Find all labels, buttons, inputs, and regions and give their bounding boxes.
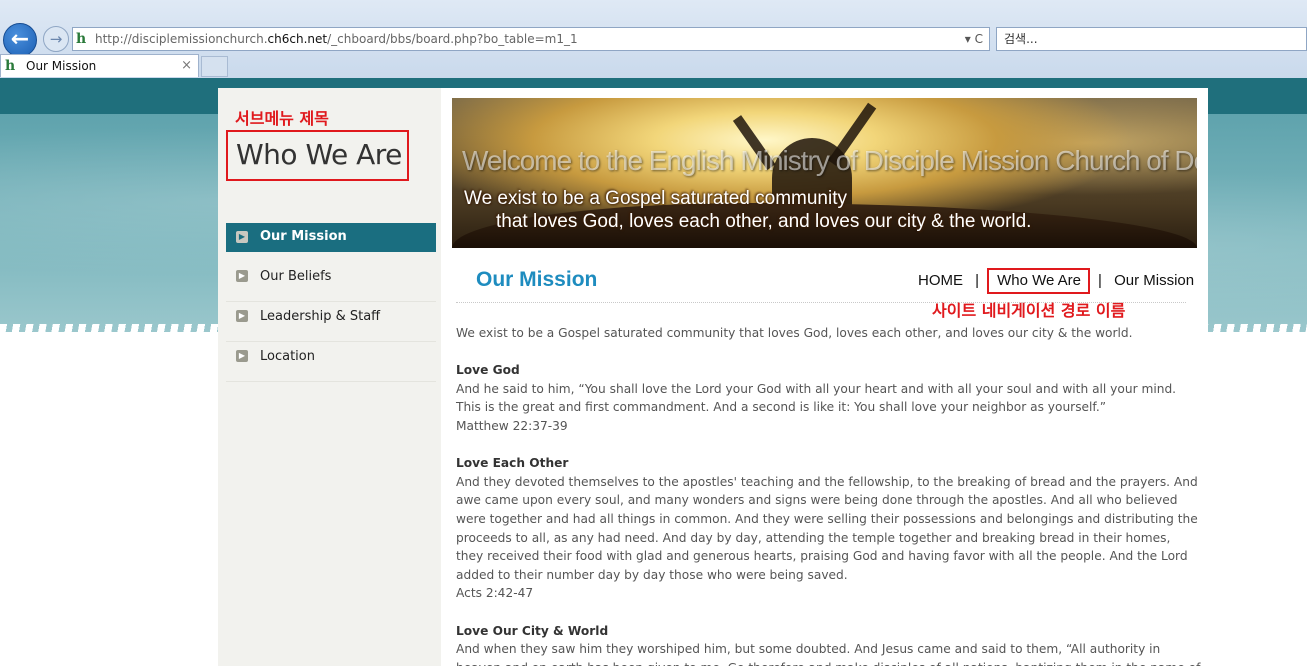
submenu-title: Who We Are bbox=[236, 138, 402, 171]
banner-tagline-line2: that loves God, loves each other, and lo… bbox=[496, 211, 1032, 232]
sidebar-item-location[interactable]: ▶ Location bbox=[226, 342, 436, 382]
breadcrumb: HOME | Who We Are | Our Mission bbox=[918, 268, 1194, 294]
sidebar-item-label: Our Mission bbox=[260, 229, 347, 244]
section-reference: Matthew 22:37-39 bbox=[456, 418, 568, 433]
sidebar-item-our-beliefs[interactable]: ▶ Our Beliefs bbox=[226, 262, 436, 302]
tab-favicon-icon: h bbox=[5, 58, 16, 74]
section-love-god: Love God And he said to him, “You shall … bbox=[456, 361, 1201, 435]
tab-close-icon[interactable]: × bbox=[181, 55, 192, 77]
breadcrumb-separator: | bbox=[975, 272, 980, 289]
forward-arrow-icon[interactable]: → bbox=[43, 26, 69, 52]
section-reference: Acts 2:42-47 bbox=[456, 586, 534, 601]
section-title: Love Each Other bbox=[456, 456, 569, 471]
sidebar-item-our-mission[interactable]: ▶ Our Mission bbox=[226, 223, 436, 252]
title-divider bbox=[456, 302, 1186, 303]
sidebar-item-label: Location bbox=[260, 349, 315, 364]
tab-title: Our Mission bbox=[26, 59, 97, 73]
url-domain: ch6ch.net bbox=[267, 32, 328, 46]
section-love-our-city-world: Love Our City & World And when they saw … bbox=[456, 622, 1201, 666]
sidebar-item-label: Leadership & Staff bbox=[260, 309, 381, 324]
breadcrumb-annotation: 사이트 네비게이션 경로 이름 bbox=[932, 301, 1126, 320]
address-controls[interactable]: ▾ C bbox=[965, 28, 983, 50]
sidebar: 서브메뉴 제목 Who We Are ▶ Our Mission ▶ Our B… bbox=[218, 88, 441, 666]
browser-tab[interactable]: h Our Mission × bbox=[0, 54, 199, 77]
banner-welcome-text: Welcome to the English Ministry of Disci… bbox=[462, 145, 1197, 176]
breadcrumb-parent[interactable]: Who We Are bbox=[997, 272, 1081, 289]
submenu-title-highlight: Who We Are bbox=[226, 130, 409, 181]
breadcrumb-home[interactable]: HOME bbox=[918, 272, 963, 289]
submenu-annotation: 서브메뉴 제목 bbox=[235, 109, 329, 128]
breadcrumb-current[interactable]: Our Mission bbox=[1114, 272, 1194, 289]
section-body: And when they saw him they worshiped him… bbox=[456, 642, 1200, 666]
section-love-each-other: Love Each Other And they devoted themsel… bbox=[456, 454, 1201, 603]
new-tab-button[interactable] bbox=[201, 56, 228, 77]
sidebar-item-leadership-staff[interactable]: ▶ Leadership & Staff bbox=[226, 302, 436, 342]
section-title: Love Our City & World bbox=[456, 623, 609, 638]
bullet-arrow-icon: ▶ bbox=[236, 231, 248, 243]
section-title: Love God bbox=[456, 363, 520, 378]
address-bar[interactable]: h http://disciplemissionchurch.ch6ch.net… bbox=[72, 27, 990, 51]
search-input[interactable]: 검색... bbox=[996, 27, 1307, 51]
section-body: And he said to him, “You shall love the … bbox=[456, 381, 1177, 415]
banner-tagline-line1: We exist to be a Gospel saturated commun… bbox=[464, 188, 847, 209]
url-suffix: /_chboard/bbs/board.php?bo_table=m1_1 bbox=[327, 32, 578, 46]
bullet-arrow-icon: ▶ bbox=[236, 350, 248, 362]
page-title: Our Mission bbox=[476, 268, 598, 291]
section-body: And they devoted themselves to the apost… bbox=[456, 474, 1198, 582]
intro-paragraph: We exist to be a Gospel saturated commun… bbox=[456, 326, 1133, 340]
browser-chrome: ← → h http://disciplemissionchurch.ch6ch… bbox=[0, 0, 1307, 78]
site-favicon-icon: h bbox=[76, 31, 87, 47]
url-prefix: http://disciplemissionchurch. bbox=[95, 32, 268, 46]
back-arrow-icon[interactable]: ← bbox=[3, 23, 37, 57]
hero-banner: Welcome to the English Ministry of Disci… bbox=[452, 98, 1197, 248]
page-container: 서브메뉴 제목 Who We Are ▶ Our Mission ▶ Our B… bbox=[218, 88, 1208, 666]
sidebar-item-label: Our Beliefs bbox=[260, 269, 332, 284]
bullet-arrow-icon: ▶ bbox=[236, 310, 248, 322]
breadcrumb-separator: | bbox=[1098, 272, 1102, 289]
bullet-arrow-icon: ▶ bbox=[236, 270, 248, 282]
article-body: We exist to be a Gospel saturated commun… bbox=[456, 324, 1201, 666]
breadcrumb-parent-highlight: Who We Are bbox=[987, 268, 1090, 294]
side-menu: ▶ Our Mission ▶ Our Beliefs ▶ Leadership… bbox=[226, 223, 436, 382]
